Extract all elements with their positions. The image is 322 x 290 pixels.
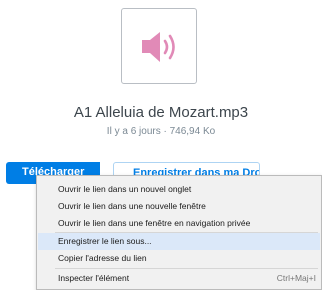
menu-item-open-new-tab[interactable]: Ouvrir le lien dans un nouvel onglet [38,181,320,198]
menu-item-label: Copier l'adresse du lien [58,253,147,263]
menu-item-save-link-as[interactable]: Enregistrer le lien sous... [38,233,320,250]
menu-item-label: Ouvrir le lien dans une fenêtre en navig… [58,218,251,228]
file-meta: Il y a 6 jours · 746,94 Ko [106,126,216,137]
menu-separator [55,268,318,269]
menu-item-inspect-element[interactable]: Inspecter l'élément Ctrl+Maj+I [38,270,320,287]
menu-item-label: Enregistrer le lien sous... [58,236,152,246]
menu-item-open-private-window[interactable]: Ouvrir le lien dans une fenêtre en navig… [38,215,320,232]
menu-item-label: Ouvrir le lien dans un nouvel onglet [58,184,192,194]
file-name: A1 Alleluia de Mozart.mp3 [73,104,249,121]
file-thumbnail [121,8,197,84]
menu-item-label: Ouvrir le lien dans une nouvelle fenêtre [58,201,206,211]
audio-file-icon [142,32,175,62]
menu-item-label: Inspecter l'élément [58,273,130,283]
menu-item-shortcut: Ctrl+Maj+I [276,273,316,283]
context-menu: Ouvrir le lien dans un nouvel onglet Ouv… [36,175,322,290]
menu-item-copy-link-address[interactable]: Copier l'adresse du lien [38,250,320,267]
menu-item-open-new-window[interactable]: Ouvrir le lien dans une nouvelle fenêtre [38,198,320,215]
